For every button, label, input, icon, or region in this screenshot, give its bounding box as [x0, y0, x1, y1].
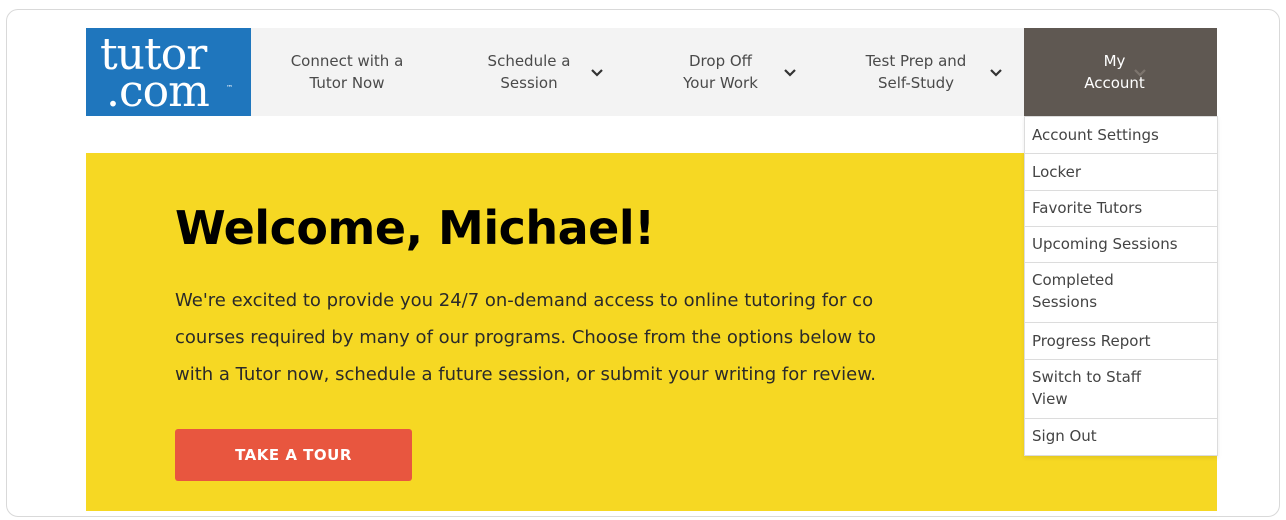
- logo-text-line2: .com: [106, 66, 210, 117]
- menu-item-sign-out[interactable]: Sign Out: [1025, 419, 1217, 455]
- nav-drop-off-work[interactable]: Drop Off Your Work: [633, 28, 826, 116]
- menu-item-account-settings[interactable]: Account Settings: [1025, 117, 1217, 154]
- welcome-paragraph-line: We're excited to provide you 24/7 on-dem…: [175, 290, 874, 311]
- menu-item-locker[interactable]: Locker: [1025, 154, 1217, 191]
- nav-test-prep[interactable]: Test Prep and Self-Study: [826, 28, 1024, 116]
- nav-schedule-session[interactable]: Schedule a Session: [443, 28, 633, 116]
- take-a-tour-button[interactable]: TAKE A TOUR: [175, 429, 412, 481]
- account-dropdown-menu: Account Settings Locker Favorite Tutors …: [1024, 116, 1218, 456]
- chevron-down-icon: [784, 69, 796, 77]
- chevron-down-icon: [990, 69, 1002, 77]
- welcome-paragraph-line: courses required by many of our programs…: [175, 327, 876, 348]
- tutor-logo[interactable]: tutor .com ™: [86, 28, 251, 116]
- nav-connect-tutor[interactable]: Connect with a Tutor Now: [251, 28, 443, 116]
- nav-drop-off-work-label: Drop Off Your Work: [683, 52, 758, 92]
- nav-schedule-session-label: Schedule a Session: [487, 52, 571, 92]
- chevron-down-icon: [1134, 69, 1146, 77]
- welcome-title: Welcome, Michael!: [175, 201, 655, 255]
- menu-item-progress-report[interactable]: Progress Report: [1025, 323, 1217, 360]
- welcome-paragraph: We're excited to provide you 24/7 on-dem…: [175, 282, 1035, 393]
- menu-item-favorite-tutors[interactable]: Favorite Tutors: [1025, 191, 1217, 227]
- menu-item-completed-sessions[interactable]: Completed Sessions: [1025, 263, 1217, 323]
- welcome-paragraph-line: with a Tutor now, schedule a future sess…: [175, 364, 876, 385]
- menu-item-switch-staff-view[interactable]: Switch to Staff View: [1025, 360, 1217, 419]
- nav-my-account[interactable]: My Account: [1024, 28, 1217, 116]
- nav-test-prep-label: Test Prep and Self-Study: [865, 52, 967, 92]
- menu-item-upcoming-sessions[interactable]: Upcoming Sessions: [1025, 227, 1217, 263]
- chevron-down-icon: [591, 69, 603, 77]
- logo-trademark: ™: [226, 84, 233, 92]
- nav-connect-tutor-label: Connect with a Tutor Now: [290, 52, 404, 92]
